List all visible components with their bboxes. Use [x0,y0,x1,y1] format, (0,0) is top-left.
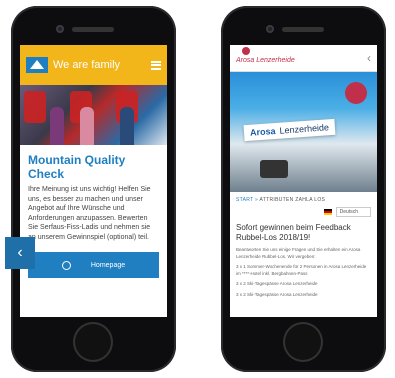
language-selector: Deutsch [230,205,377,219]
language-select[interactable]: Deutsch [335,207,371,217]
homepage-label: Homepage [90,261,126,269]
page-title: Sofort gewinnen beim Feedback Rubbel-Los… [236,223,351,242]
flower-icon [242,46,250,55]
list-item: 3 x 2 Ski-Tagespässe Arosa Lenzerheide [236,291,318,297]
cable-car [260,160,288,178]
right-phone: Arosa Lenzerheide ‹ Arosa Lenzerheide STA… [221,6,386,372]
back-chevron-icon[interactable]: ‹ [367,51,371,65]
list-item: 3 x 2 Ski-Tagespässe Arosa Lenzerheide [236,281,318,286]
breadcrumb-rest: ATTRIBUTEN ZAHLA LOS [259,197,326,203]
globe-icon [61,260,71,270]
breadcrumb: START » ATTRIBUTEN ZAHLA LOS [230,192,377,205]
mountain-logo-icon [26,57,48,73]
front-camera [266,25,274,33]
page-title: Mountain Quality Check [28,153,126,181]
intro-text: Ihre Meinung ist uns wichtig! Helfen Sie… [28,186,151,241]
gondola-photo [20,85,167,145]
front-camera [56,25,64,33]
german-flag-icon [323,209,332,215]
header-title: We are family [53,59,121,71]
list-item: 3 x 1 Sommer-Wochenende für 2 Personen i… [236,264,367,276]
site-header: Arosa Lenzerheide ‹ [230,45,377,72]
home-button[interactable] [283,322,323,362]
breadcrumb-start[interactable]: START » [236,197,258,203]
hero-image: Arosa Lenzerheide [230,72,377,192]
back-button[interactable]: ‹ [5,237,35,269]
home-button[interactable] [73,322,113,362]
speaker-grille [72,27,114,32]
intro-text: Beantworten Sie uns einige Fragen und Si… [236,247,361,259]
left-phone: We are family Mountain Quality Check Ihr… [5,6,176,372]
brand-sign: Arosa Lenzerheide [243,118,336,142]
right-screen: Arosa Lenzerheide ‹ Arosa Lenzerheide STA… [230,45,377,317]
hamburger-menu-icon[interactable] [151,60,161,70]
alpine-rose-icon [345,82,367,104]
app-header: We are family [20,45,167,85]
homepage-button[interactable]: Homepage [28,252,159,278]
speaker-grille [282,27,324,32]
left-screen: We are family Mountain Quality Check Ihr… [20,45,167,317]
site-logo[interactable]: Arosa Lenzerheide [236,46,295,64]
